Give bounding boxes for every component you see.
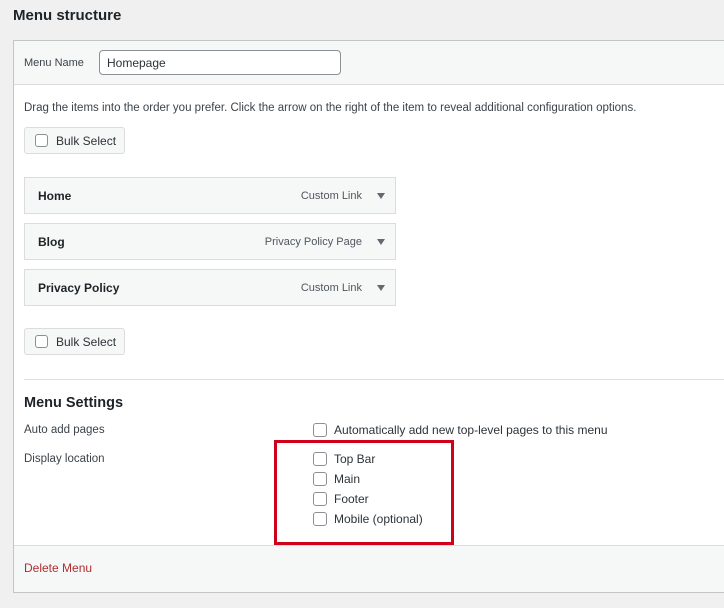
location-top-bar[interactable]: Top Bar bbox=[313, 452, 375, 466]
menu-name-row: Menu Name bbox=[14, 41, 724, 85]
expand-arrow-icon[interactable] bbox=[377, 285, 385, 291]
menu-settings-title: Menu Settings bbox=[24, 395, 124, 411]
bulk-select-checkbox[interactable] bbox=[35, 134, 48, 147]
display-location-label: Display location bbox=[24, 453, 105, 465]
delete-menu-link[interactable]: Delete Menu bbox=[24, 561, 92, 575]
bulk-select-checkbox[interactable] bbox=[35, 335, 48, 348]
bulk-select-label: Bulk Select bbox=[56, 133, 117, 148]
expand-arrow-icon[interactable] bbox=[377, 193, 385, 199]
location-mobile[interactable]: Mobile (optional) bbox=[313, 512, 423, 526]
menu-item-type: Privacy Policy Page bbox=[264, 236, 362, 248]
auto-add-pages-checkbox[interactable] bbox=[313, 423, 327, 437]
location-mobile-checkbox[interactable] bbox=[313, 512, 327, 526]
drag-instructions: Drag the items into the order you prefer… bbox=[24, 102, 637, 114]
bulk-select-button-top[interactable]: Bulk Select bbox=[24, 127, 125, 154]
auto-add-pages-label: Auto add pages bbox=[24, 424, 105, 436]
menu-structure-panel: Menu Name Drag the items into the order … bbox=[13, 40, 724, 593]
location-footer-label: Footer bbox=[334, 492, 369, 506]
location-top-bar-checkbox[interactable] bbox=[313, 452, 327, 466]
location-main-label: Main bbox=[334, 472, 361, 486]
menu-name-label: Menu Name bbox=[24, 57, 84, 69]
menu-name-input[interactable] bbox=[99, 50, 341, 75]
bulk-select-label: Bulk Select bbox=[56, 334, 117, 349]
location-main[interactable]: Main bbox=[313, 472, 360, 486]
location-top-bar-label: Top Bar bbox=[334, 452, 376, 466]
menu-item-type: Custom Link bbox=[300, 282, 362, 294]
menu-item-title: Privacy Policy bbox=[38, 281, 120, 295]
expand-arrow-icon[interactable] bbox=[377, 239, 385, 245]
menu-item-title: Blog bbox=[38, 235, 65, 249]
location-main-checkbox[interactable] bbox=[313, 472, 327, 486]
section-divider bbox=[24, 379, 724, 380]
page-title: Menu structure bbox=[13, 7, 122, 24]
bulk-select-button-bottom[interactable]: Bulk Select bbox=[24, 328, 125, 355]
menu-footer-bar: Delete Menu bbox=[14, 545, 724, 592]
menu-item-privacy-policy[interactable]: Privacy Policy Custom Link bbox=[24, 269, 396, 306]
menu-item-title: Home bbox=[38, 189, 72, 203]
location-footer-checkbox[interactable] bbox=[313, 492, 327, 506]
menu-item-blog[interactable]: Blog Privacy Policy Page bbox=[24, 223, 396, 260]
menu-item-home[interactable]: Home Custom Link bbox=[24, 177, 396, 214]
menu-item-type: Custom Link bbox=[300, 190, 362, 202]
auto-add-pages-option-label: Automatically add new top-level pages to… bbox=[334, 423, 608, 437]
location-footer[interactable]: Footer bbox=[313, 492, 369, 506]
auto-add-pages-option[interactable]: Automatically add new top-level pages to… bbox=[313, 423, 608, 437]
location-mobile-label: Mobile (optional) bbox=[334, 512, 423, 526]
